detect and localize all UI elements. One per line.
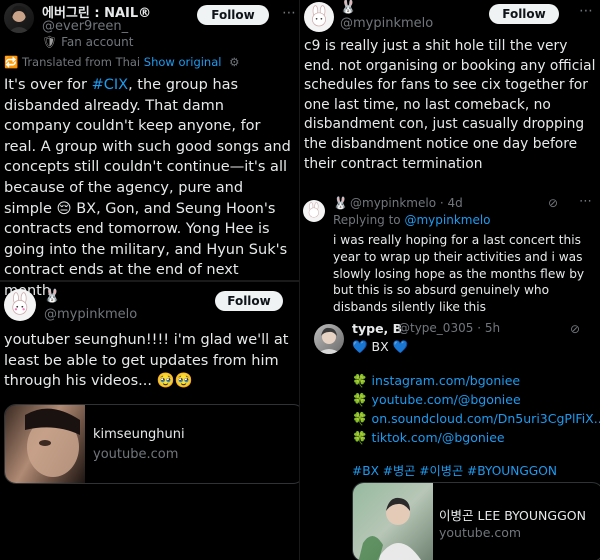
bx-line: 💙 BX 💙 xyxy=(352,339,409,354)
replying-to-mention[interactable]: @mypinkmelo xyxy=(404,213,490,227)
youtube-link-card[interactable]: kimseunghuni youtube.com xyxy=(4,404,300,484)
card-thumbnail xyxy=(353,483,433,560)
profile-photo-icon xyxy=(8,5,30,33)
replying-to-label: Replying to xyxy=(333,213,405,227)
link-text[interactable]: on.soundcloud.com/Dn5uri3CgPlFiX... xyxy=(372,411,600,426)
show-original-link[interactable]: Show original xyxy=(144,55,222,69)
card-title: kimseunghuni xyxy=(93,427,185,442)
translated-from-label: Translated from Thai xyxy=(21,55,141,69)
clover-icon: 🍀 xyxy=(352,392,372,407)
display-name[interactable]: 🐰 xyxy=(44,289,60,304)
handle[interactable]: @ever9reen_ xyxy=(42,19,128,34)
thumbnail-image xyxy=(353,483,433,560)
avatar[interactable] xyxy=(314,324,344,354)
grok-icon[interactable]: ⊘ xyxy=(570,322,580,336)
link-item[interactable]: 🍀 tiktok.com/@bgoniee xyxy=(352,430,505,446)
link-text[interactable]: tiktok.com/@bgoniee xyxy=(372,430,505,445)
avatar[interactable] xyxy=(304,2,334,32)
follow-button[interactable]: Follow xyxy=(489,4,559,24)
fan-account-text: Fan account xyxy=(61,35,134,49)
fan-account-label: 🛡 Fan account xyxy=(42,35,133,49)
post-text: c9 is really just a shit hole till the v… xyxy=(304,38,596,172)
handle-text: @mypinkmelo xyxy=(350,196,437,210)
card-title: 이병곤 LEE BYOUNGGON xyxy=(439,508,586,523)
follow-button[interactable]: Follow xyxy=(197,5,269,25)
post-text: youtuber seunghun!!!! i'm glad we'll at … xyxy=(4,332,289,390)
post-text-rest: , the group has disbanded already. That … xyxy=(4,77,291,299)
display-name[interactable]: 🐰 xyxy=(340,0,356,15)
avatar[interactable] xyxy=(303,200,325,222)
card-thumbnail xyxy=(5,405,85,483)
link-item[interactable]: 🍀 youtube.com/@bgoniee xyxy=(352,392,521,408)
follow-button[interactable]: Follow xyxy=(215,291,283,311)
clover-icon: 🍀 xyxy=(352,411,372,426)
grok-icon[interactable]: ⊘ xyxy=(548,196,558,210)
clover-icon: 🍀 xyxy=(352,430,372,445)
handle[interactable]: @mypinkmelo · 4d xyxy=(350,196,463,210)
more-options-icon[interactable]: ⋯ xyxy=(282,5,296,21)
card-domain: youtube.com xyxy=(439,525,522,540)
display-name[interactable]: type, B xyxy=(352,321,402,336)
bunny-icon xyxy=(12,292,28,315)
left-panel: 에버그린 : NAIL® @ever9reen_ 🛡 Fan account F… xyxy=(0,0,300,560)
handle[interactable]: @type_0305 · 5h xyxy=(398,321,500,335)
replying-to: Replying to @mypinkmelo xyxy=(333,213,491,227)
more-options-icon[interactable]: ⋯ xyxy=(579,3,593,19)
post-divider xyxy=(0,280,300,282)
bunny-icon xyxy=(308,202,320,218)
badge-icon: 🛡 xyxy=(42,35,58,49)
display-name[interactable]: 🐰 xyxy=(333,196,348,210)
right-panel: 🐰 @mypinkmelo Follow ⋯ c9 is really just… xyxy=(300,0,600,560)
profile-photo-icon xyxy=(317,327,341,354)
clover-icon: 🍀 xyxy=(352,373,372,388)
timestamp: · 4d xyxy=(439,196,463,210)
bunny-icon xyxy=(312,5,326,27)
link-text[interactable]: instagram.com/bgoniee xyxy=(372,373,521,388)
thumbnail-image xyxy=(25,408,80,477)
more-options-icon[interactable]: ⋯ xyxy=(579,194,592,209)
youtube-link-card[interactable]: 이병곤 LEE BYOUNGGON youtube.com xyxy=(352,482,600,560)
link-text[interactable]: youtube.com/@bgoniee xyxy=(372,392,521,407)
hashtag-cix[interactable]: #CIX xyxy=(92,77,128,93)
link-item[interactable]: 🍀 on.soundcloud.com/Dn5uri3CgPlFiX... xyxy=(352,411,600,427)
translate-icon: 🔁 xyxy=(4,55,19,69)
timestamp: · 5h xyxy=(477,321,501,335)
avatar[interactable] xyxy=(4,289,36,321)
post-text-start: It's over for xyxy=(4,77,92,93)
handle[interactable]: @mypinkmelo xyxy=(44,307,137,322)
reply-text: i was really hoping for a last concert t… xyxy=(333,233,585,315)
card-domain: youtube.com xyxy=(93,447,179,462)
settings-gear-icon[interactable]: ⚙ xyxy=(229,55,239,69)
handle[interactable]: @mypinkmelo xyxy=(340,16,433,31)
link-item[interactable]: 🍀 instagram.com/bgoniee xyxy=(352,373,520,389)
hashtags[interactable]: #BX #병곤 #이병곤 #BYOUNGGON xyxy=(352,461,557,479)
post-text: It's over for #CIX, the group has disban… xyxy=(4,75,294,302)
handle-text: @type_0305 xyxy=(398,321,474,335)
avatar[interactable] xyxy=(4,3,34,33)
translation-bar: 🔁 Translated from Thai Show original ⚙ xyxy=(4,55,239,69)
